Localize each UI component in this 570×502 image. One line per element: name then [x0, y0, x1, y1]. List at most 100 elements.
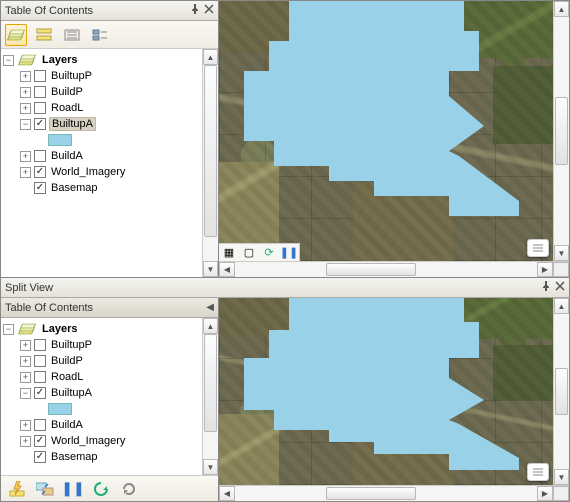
scroll-up-button[interactable]: ▲ [554, 1, 569, 17]
symbology-swatch[interactable] [48, 134, 72, 146]
scroll-down-button[interactable]: ▼ [554, 245, 569, 261]
list-by-source-button[interactable] [33, 24, 55, 46]
scroll-thumb[interactable] [204, 334, 217, 432]
visibility-checkbox[interactable] [34, 166, 46, 178]
layer-label[interactable]: BuildA [49, 150, 85, 162]
list-by-selection-button[interactable] [89, 24, 111, 46]
scroll-thumb-h[interactable] [326, 487, 417, 500]
expand-toggle[interactable]: + [20, 87, 31, 98]
visibility-checkbox[interactable] [34, 150, 46, 162]
toc-scrollbar-v[interactable]: ▲ ▼ [202, 49, 218, 277]
layer-item-basemap[interactable]: Basemap [3, 449, 200, 465]
sync-icon[interactable] [91, 479, 111, 499]
scroll-up-button[interactable]: ▲ [554, 298, 569, 314]
scroll-track[interactable] [554, 314, 569, 469]
scroll-right-button[interactable]: ▶ [537, 486, 553, 501]
swap-icon[interactable] [35, 479, 55, 499]
layer-item-builtupp[interactable]: + BuiltupP [3, 68, 200, 84]
layer-tree-top[interactable]: −Layers+BuiltupP+BuildP+RoadL−BuiltupA+B… [1, 49, 202, 277]
expand-toggle[interactable]: − [20, 388, 31, 399]
symbology-swatch[interactable] [48, 403, 72, 415]
layer-label[interactable]: BuildP [49, 86, 85, 98]
scroll-down-button[interactable]: ▼ [203, 261, 218, 277]
visibility-checkbox[interactable] [34, 371, 46, 383]
layer-item-builtupp[interactable]: +BuiltupP [3, 337, 200, 353]
layer-label[interactable]: RoadL [49, 102, 85, 114]
pin-icon[interactable] [190, 4, 200, 17]
layer-item-builda[interactable]: +BuildA [3, 417, 200, 433]
scroll-thumb[interactable] [204, 65, 217, 237]
layer-item-builtupa[interactable]: − BuiltupA [3, 116, 200, 132]
layer-item-roadl[interactable]: +RoadL [3, 100, 200, 116]
visibility-checkbox[interactable] [34, 419, 46, 431]
toc-scrollbar-v-bottom[interactable]: ▲ ▼ [202, 318, 218, 475]
layer-label[interactable]: BuildA [49, 419, 85, 431]
refresh-icon[interactable] [119, 479, 139, 499]
scroll-thumb[interactable] [555, 97, 568, 165]
visibility-checkbox[interactable] [34, 435, 46, 447]
layer-label[interactable]: BuiltupA [49, 117, 96, 131]
layer-item-basemap[interactable]: Basemap [3, 180, 200, 196]
close-icon[interactable] [555, 281, 565, 294]
visibility-checkbox[interactable] [34, 118, 46, 130]
layer-item-builtupa[interactable]: − BuiltupA [3, 385, 200, 401]
layers-root-label[interactable]: Layers [40, 54, 79, 66]
expand-toggle[interactable]: + [20, 167, 31, 178]
layer-label[interactable]: World_Imagery [49, 166, 127, 178]
scroll-track-h[interactable] [235, 486, 537, 501]
layer-label[interactable]: World_Imagery [49, 435, 127, 447]
map-tool-draw-icon[interactable]: ▦ [221, 245, 237, 261]
map-popup-icon[interactable] [527, 463, 549, 481]
scroll-track[interactable] [203, 65, 218, 261]
expand-toggle[interactable]: + [20, 71, 31, 82]
pin-icon[interactable] [541, 281, 551, 294]
map-view-top[interactable]: ▦ ▢ ⟳ ❚❚ [219, 1, 553, 261]
layers-root-label[interactable]: Layers [40, 323, 79, 335]
list-by-visibility-button[interactable] [61, 24, 83, 46]
layer-label[interactable]: RoadL [49, 371, 85, 383]
close-icon[interactable] [204, 4, 214, 17]
expand-toggle[interactable]: − [3, 324, 14, 335]
expand-toggle[interactable]: + [20, 372, 31, 383]
list-by-drawing-order-button[interactable] [5, 24, 27, 46]
flash-icon[interactable] [7, 479, 27, 499]
expand-toggle[interactable]: + [20, 356, 31, 367]
layer-tree-bottom[interactable]: −Layers+BuiltupP+BuildP+RoadL−BuiltupA+B… [1, 318, 202, 475]
map-scrollbar-h-bottom[interactable]: ◀ ▶ [219, 485, 569, 501]
layer-item-roadl[interactable]: + RoadL [3, 369, 200, 385]
map-view-bottom[interactable] [219, 298, 553, 485]
visibility-checkbox[interactable] [34, 86, 46, 98]
expand-toggle[interactable]: − [3, 55, 14, 66]
scroll-up-button[interactable]: ▲ [203, 318, 218, 334]
expand-toggle[interactable]: + [20, 340, 31, 351]
map-scrollbar-v[interactable]: ▲ ▼ [553, 1, 569, 261]
layer-label[interactable]: Basemap [49, 182, 99, 194]
scroll-up-button[interactable]: ▲ [203, 49, 218, 65]
visibility-checkbox[interactable] [34, 182, 46, 194]
map-scrollbar-v-bottom[interactable]: ▲ ▼ [553, 298, 569, 485]
layer-label[interactable]: Basemap [49, 451, 99, 463]
scroll-right-button[interactable]: ▶ [537, 262, 553, 277]
visibility-checkbox[interactable] [34, 451, 46, 463]
scroll-thumb-h[interactable] [326, 263, 417, 276]
layer-item-buildp[interactable]: + BuildP [3, 353, 200, 369]
map-scrollbar-h[interactable]: ◀ ▶ [219, 261, 569, 277]
expand-toggle[interactable]: − [20, 119, 31, 130]
layer-item-world_imagery[interactable]: + World_Imagery [3, 164, 200, 180]
scroll-left-button[interactable]: ◀ [219, 262, 235, 277]
visibility-checkbox[interactable] [34, 70, 46, 82]
expand-toggle[interactable]: + [20, 151, 31, 162]
layer-label[interactable]: BuiltupP [49, 70, 94, 82]
map-tool-refresh-icon[interactable]: ⟳ [261, 245, 277, 261]
map-tool-pause-icon[interactable]: ❚❚ [281, 245, 297, 261]
scroll-thumb[interactable] [555, 368, 568, 415]
layer-item-buildp[interactable]: + BuildP [3, 84, 200, 100]
layer-label[interactable]: BuildP [49, 355, 85, 367]
layer-item-world_imagery[interactable]: + World_Imagery [3, 433, 200, 449]
layer-label[interactable]: BuiltupA [49, 387, 94, 399]
map-tool-page-icon[interactable]: ▢ [241, 245, 257, 261]
expand-toggle[interactable]: + [20, 436, 31, 447]
visibility-checkbox[interactable] [34, 355, 46, 367]
scroll-track[interactable] [203, 334, 218, 459]
scroll-track[interactable] [554, 17, 569, 245]
